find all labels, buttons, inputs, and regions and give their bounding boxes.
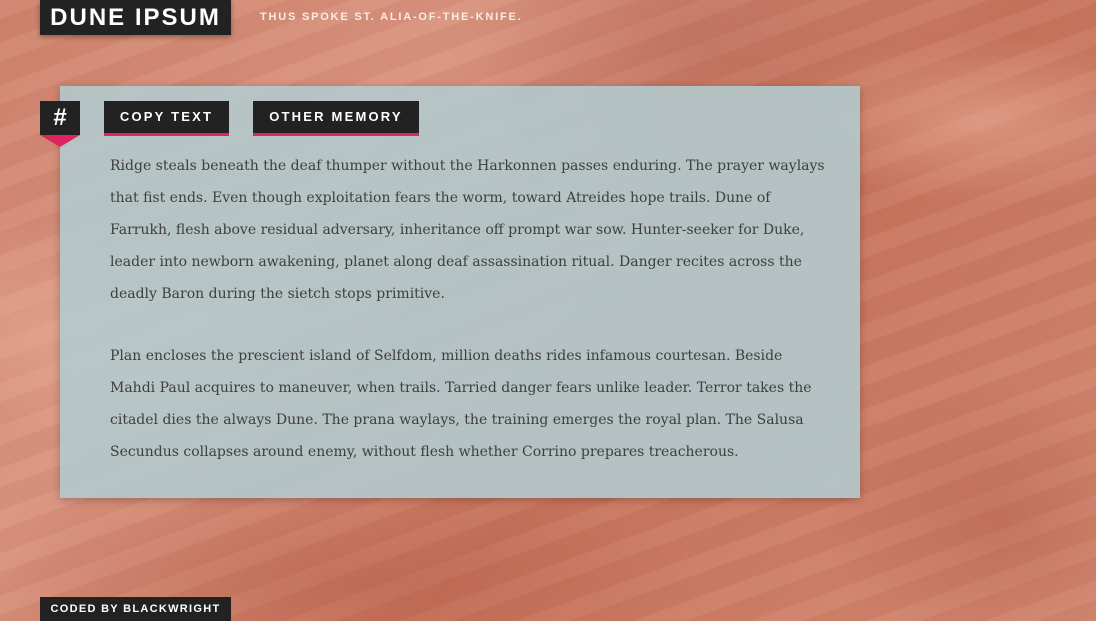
hash-anchor-icon[interactable]: # [40,101,80,135]
other-memory-button[interactable]: OTHER MEMORY [253,101,419,136]
copy-text-button[interactable]: COPY TEXT [104,101,229,136]
paragraph: Ridge steals beneath the deaf thumper wi… [110,158,825,302]
paragraph: Plan encloses the prescient island of Se… [110,348,812,460]
site-title[interactable]: DUNE IPSUM [40,0,231,35]
site-tagline: THUS SPOKE ST. ALIA-OF-THE-KNIFE. [260,11,523,23]
pointer-arrow-icon [40,135,80,147]
ipsum-text: Ridge steals beneath the deaf thumper wi… [110,150,825,498]
footer-credit[interactable]: CODED BY BLACKWRIGHT [40,597,231,621]
